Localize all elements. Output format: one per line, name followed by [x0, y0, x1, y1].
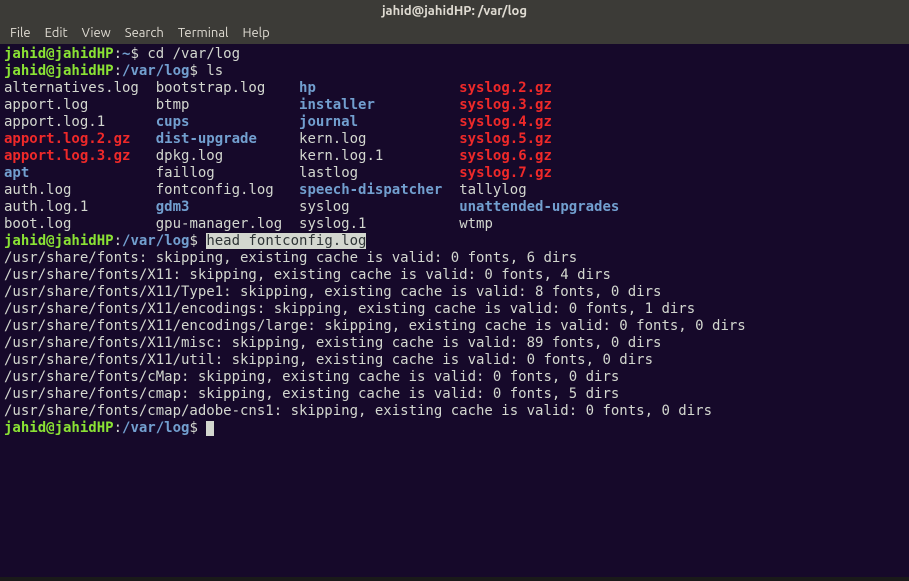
head-output-line: /usr/share/fonts/X11/Type1: skipping, ex…	[4, 284, 905, 301]
prompt-dollar: $	[130, 46, 147, 62]
head-output-line: /usr/share/fonts/cmap/adobe-cns1: skippi…	[4, 403, 905, 420]
window-titlebar: jahid@jahidHP: /var/log	[0, 0, 909, 22]
ls-item: boot.log	[4, 216, 71, 232]
ls-item: syslog	[299, 199, 350, 215]
command-head-highlighted: head fontconfig.log	[206, 233, 366, 249]
ls-item: kern.log.1	[299, 148, 383, 164]
ls-item-dir: speech-dispatcher	[299, 182, 442, 198]
ls-item-gz: apport.log.3.gz	[4, 148, 130, 164]
ls-item-gz: syslog.5.gz	[459, 131, 552, 147]
ls-item-gz: syslog.7.gz	[459, 165, 552, 181]
head-output-line: /usr/share/fonts/X11/util: skipping, exi…	[4, 352, 905, 369]
ls-output-row: auth.log fontconfig.log speech-dispatche…	[4, 182, 905, 199]
ls-item-gz: syslog.2.gz	[459, 80, 552, 96]
ls-item-gz: syslog.4.gz	[459, 114, 552, 130]
prompt-colon: :	[114, 420, 122, 436]
head-output-line: /usr/share/fonts/cMap: skipping, existin…	[4, 369, 905, 386]
prompt-dollar: $	[189, 63, 206, 79]
ls-output-row: apport.log btmp installer syslog.3.gz	[4, 97, 905, 114]
command-ls: ls	[206, 63, 223, 79]
ls-item: dpkg.log	[156, 148, 223, 164]
window-title: jahid@jahidHP: /var/log	[382, 4, 527, 18]
prompt-path: /var/log	[122, 420, 189, 436]
ls-item: syslog.1	[299, 216, 366, 232]
ls-item: bootstrap.log	[156, 80, 266, 96]
menu-terminal[interactable]: Terminal	[178, 26, 229, 40]
ls-output-row: apport.log.3.gz dpkg.log kern.log.1 sysl…	[4, 148, 905, 165]
ls-output-row: boot.log gpu-manager.log syslog.1 wtmp	[4, 216, 905, 233]
head-output-line: /usr/share/fonts/X11/encodings: skipping…	[4, 301, 905, 318]
ls-item: wtmp	[459, 216, 493, 232]
ls-item-gz: syslog.3.gz	[459, 97, 552, 113]
ls-item-dir: dist-upgrade	[156, 131, 257, 147]
prompt-user: jahid@jahidHP	[4, 63, 114, 79]
ls-item-gz: apport.log.2.gz	[4, 131, 130, 147]
prompt-colon: :	[114, 63, 122, 79]
cursor-icon	[206, 421, 214, 436]
ls-item: alternatives.log	[4, 80, 139, 96]
prompt-path: /var/log	[122, 63, 189, 79]
head-output-line: /usr/share/fonts/X11/encodings/large: sk…	[4, 318, 905, 335]
menu-edit[interactable]: Edit	[45, 26, 68, 40]
menu-help[interactable]: Help	[242, 26, 269, 40]
ls-item-gz: syslog.6.gz	[459, 148, 552, 164]
ls-output-row: apport.log.2.gz dist-upgrade kern.log sy…	[4, 131, 905, 148]
ls-output-row: alternatives.log bootstrap.log hp syslog…	[4, 80, 905, 97]
menu-view[interactable]: View	[82, 26, 111, 40]
ls-item-dir: journal	[299, 114, 358, 130]
head-output-line: /usr/share/fonts/cmap: skipping, existin…	[4, 386, 905, 403]
prompt-colon: :	[114, 46, 122, 62]
prompt-line-1: jahid@jahidHP:~$ cd /var/log	[4, 46, 905, 63]
ls-item: auth.log	[4, 182, 71, 198]
prompt-user: jahid@jahidHP	[4, 233, 114, 249]
prompt-dollar: $	[189, 420, 206, 436]
ls-item: kern.log	[299, 131, 366, 147]
head-output-line: /usr/share/fonts/X11: skipping, existing…	[4, 267, 905, 284]
prompt-dollar: $	[189, 233, 206, 249]
prompt-line-2: jahid@jahidHP:/var/log$ ls	[4, 63, 905, 80]
ls-item: lastlog	[299, 165, 358, 181]
prompt-user: jahid@jahidHP	[4, 420, 114, 436]
ls-item: apport.log	[4, 97, 88, 113]
prompt-user: jahid@jahidHP	[4, 46, 114, 62]
head-output-line: /usr/share/fonts: skipping, existing cac…	[4, 250, 905, 267]
ls-item-dir: installer	[299, 97, 375, 113]
ls-item-dir: gdm3	[156, 199, 190, 215]
menubar: File Edit View Search Terminal Help	[0, 22, 909, 44]
ls-item-dir: cups	[156, 114, 190, 130]
ls-item: fontconfig.log	[156, 182, 274, 198]
ls-item: gpu-manager.log	[156, 216, 282, 232]
ls-item-dir: apt	[4, 165, 29, 181]
ls-output-row: apt faillog lastlog syslog.7.gz	[4, 165, 905, 182]
ls-item: btmp	[156, 97, 190, 113]
head-output-line: /usr/share/fonts/X11/misc: skipping, exi…	[4, 335, 905, 352]
command-cd: cd /var/log	[147, 46, 240, 62]
prompt-line-3: jahid@jahidHP:/var/log$ head fontconfig.…	[4, 233, 905, 250]
ls-item: apport.log.1	[4, 114, 105, 130]
menu-search[interactable]: Search	[125, 26, 164, 40]
prompt-colon: :	[114, 233, 122, 249]
prompt-line-4: jahid@jahidHP:/var/log$	[4, 420, 905, 437]
ls-item: auth.log.1	[4, 199, 88, 215]
prompt-path: /var/log	[122, 233, 189, 249]
terminal-area[interactable]: jahid@jahidHP:~$ cd /var/logjahid@jahidH…	[0, 44, 909, 577]
ls-item: tallylog	[459, 182, 526, 198]
ls-output-row: auth.log.1 gdm3 syslog unattended-upgrad…	[4, 199, 905, 216]
ls-item: faillog	[156, 165, 215, 181]
ls-item-dir: unattended-upgrades	[459, 199, 619, 215]
menu-file[interactable]: File	[10, 26, 31, 40]
ls-output-row: apport.log.1 cups journal syslog.4.gz	[4, 114, 905, 131]
ls-item-dir: hp	[299, 80, 316, 96]
